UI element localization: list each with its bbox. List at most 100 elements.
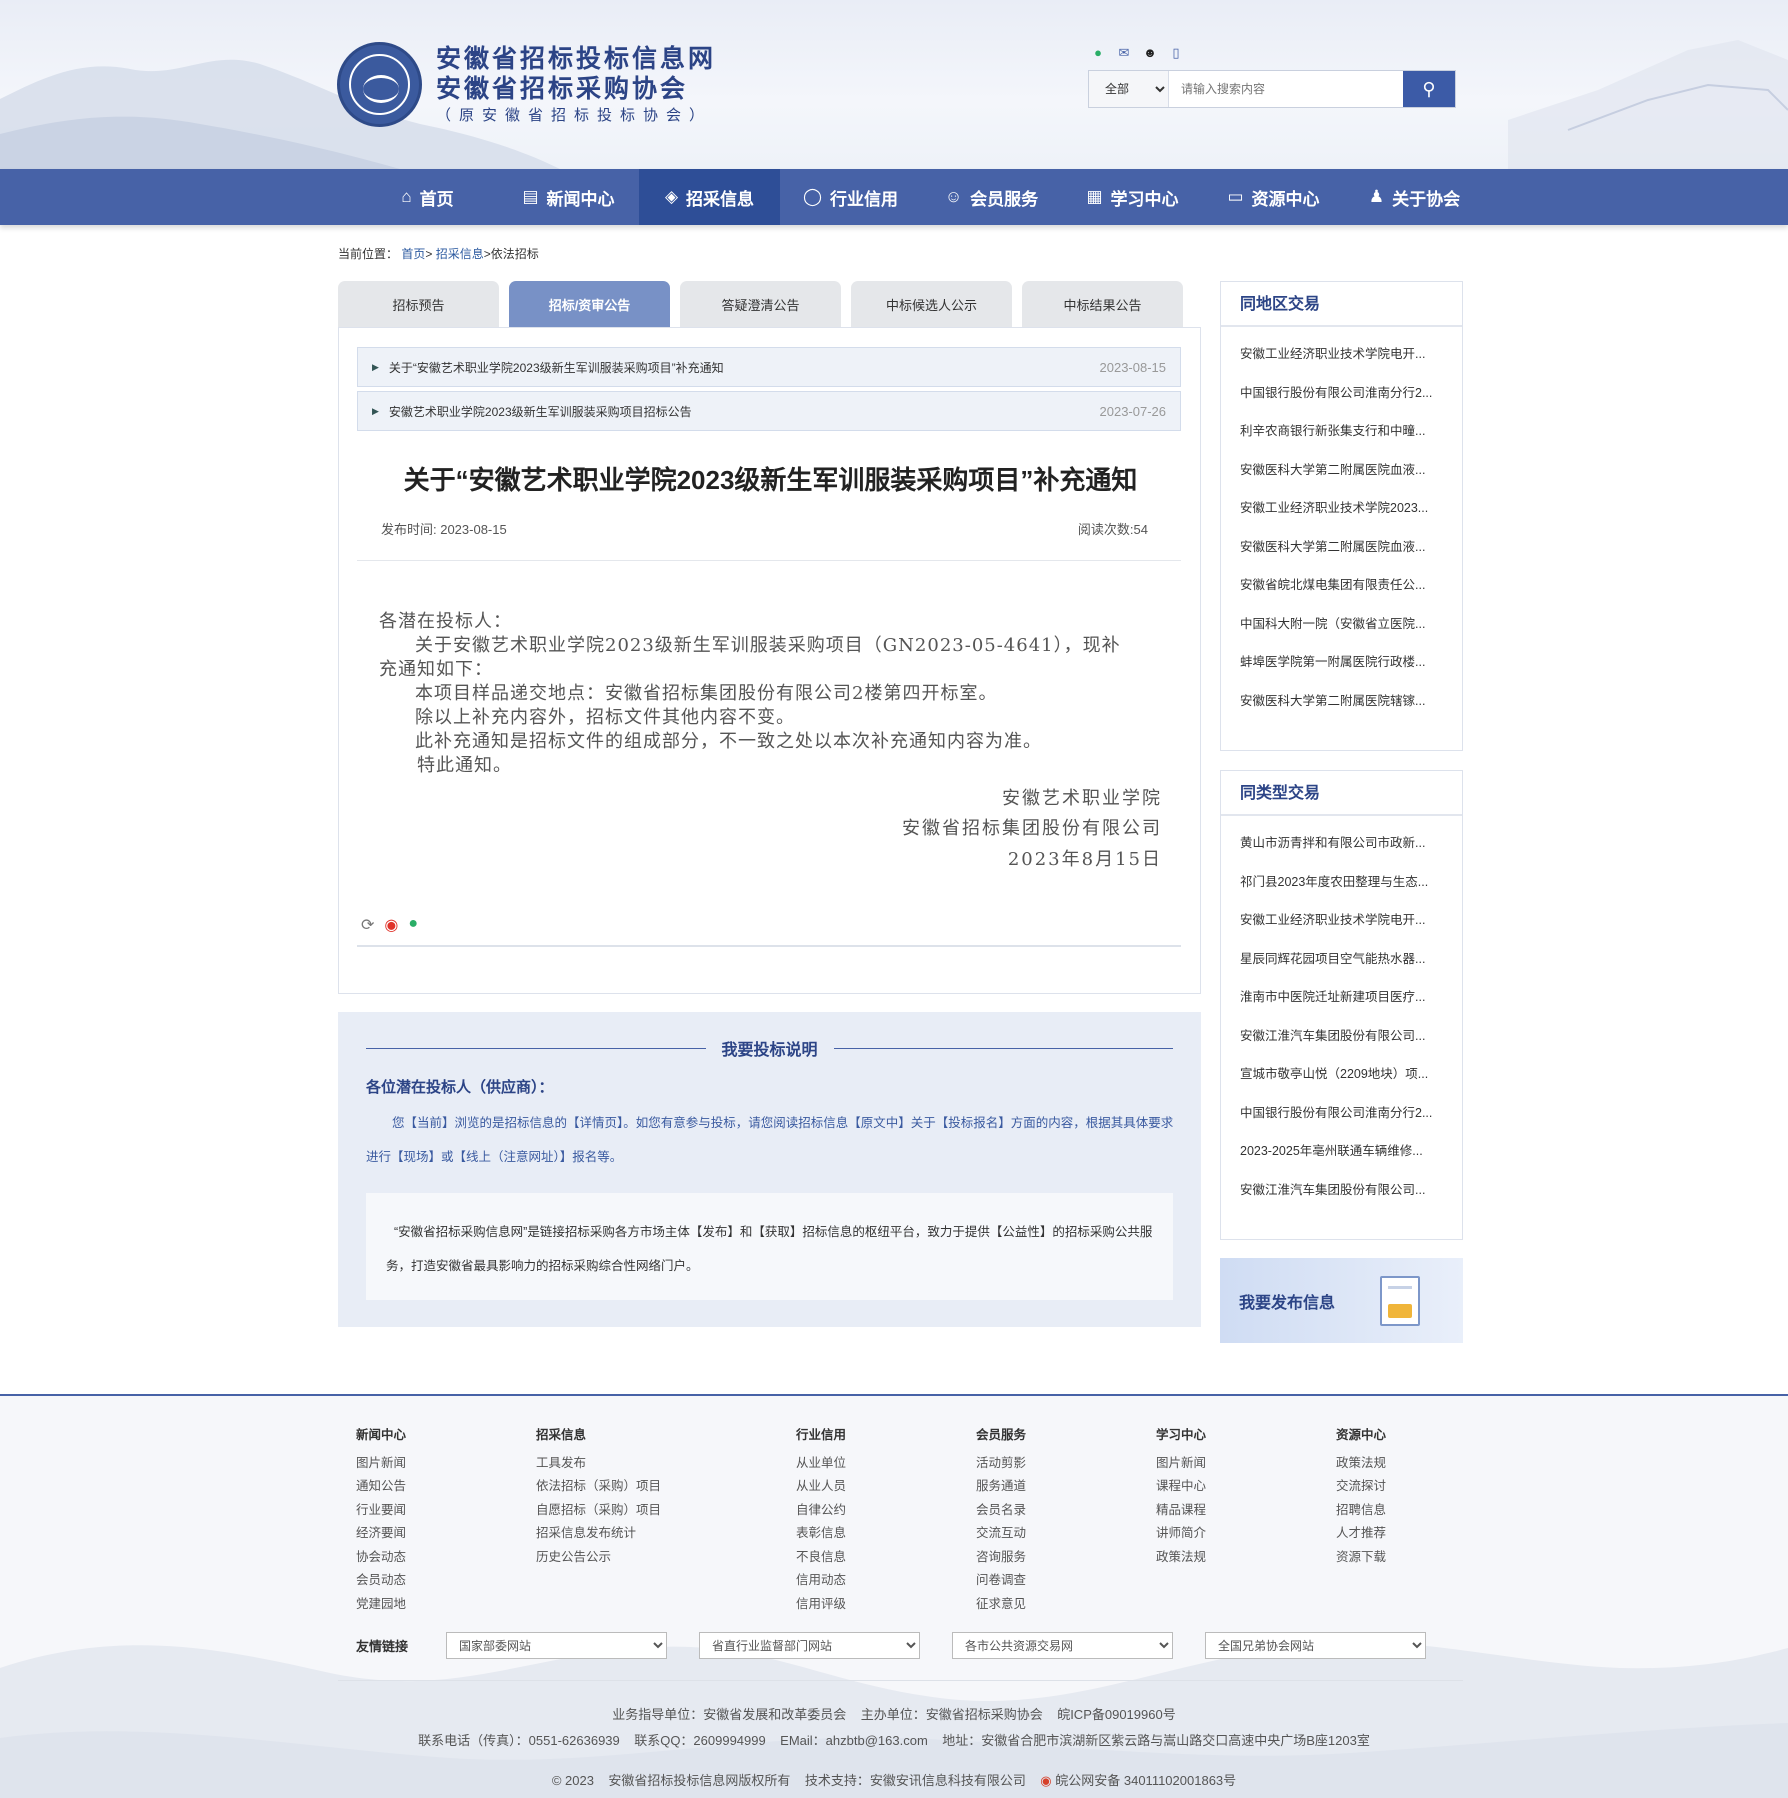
- paragraph: 本项目样品递交地点：安徽省招标集团股份有限公司2楼第四开标室。: [415, 683, 998, 704]
- link-select-city-trading[interactable]: 各市公共资源交易网: [952, 1632, 1173, 1659]
- side-list-item[interactable]: 安徽江淮汽车集团股份有限公司...: [1240, 1171, 1462, 1210]
- site-footer: 新闻中心 图片新闻 通知公告 行业要闻 经济要闻 协会动态 会员动态 党建园地 …: [0, 1394, 1788, 1798]
- side-list-item[interactable]: 宣城市敬亭山悦（2209地块）项...: [1240, 1055, 1462, 1094]
- footer-link[interactable]: 协会动态: [356, 1546, 406, 1570]
- footer-link[interactable]: 交流互动: [976, 1522, 1026, 1546]
- search-scope-select[interactable]: 全部: [1089, 71, 1169, 107]
- beian-link[interactable]: 皖公网安备 34011102001863号: [1055, 1773, 1236, 1788]
- link-select-provincial[interactable]: 省直行业监督部门网站: [699, 1632, 920, 1659]
- footer-link[interactable]: 信用评级: [796, 1593, 846, 1617]
- side-list-item[interactable]: 安徽医科大学第二附属医院辖镓...: [1240, 682, 1462, 721]
- side-list-item[interactable]: 星辰同辉花园项目空气能热水器...: [1240, 940, 1462, 979]
- footer-link[interactable]: 服务通道: [976, 1475, 1026, 1499]
- nav-item-resources[interactable]: ▭ 资源中心: [1203, 169, 1344, 225]
- nav-item-learning[interactable]: ▦ 学习中心: [1062, 169, 1203, 225]
- weibo-icon[interactable]: ◉: [384, 915, 398, 935]
- side-list-item[interactable]: 安徽医科大学第二附属医院血液...: [1240, 528, 1462, 567]
- footer-link[interactable]: 信用动态: [796, 1569, 846, 1593]
- greeting: 各潜在投标人：: [379, 611, 512, 632]
- side-list-item[interactable]: 2023-2025年亳州联通车辆维修...: [1240, 1132, 1462, 1171]
- related-notice-item[interactable]: ▶ 安徽艺术职业学院2023级新生军训服装采购项目招标公告 2023-07-26: [357, 391, 1181, 431]
- footer-link[interactable]: 政策法规: [1336, 1452, 1386, 1476]
- footer-link[interactable]: 从业单位: [796, 1452, 846, 1476]
- footer-link[interactable]: 招采信息发布统计: [536, 1522, 661, 1546]
- side-list-item[interactable]: 中国银行股份有限公司淮南分行2...: [1240, 374, 1462, 413]
- tab-result[interactable]: 中标结果公告: [1022, 281, 1183, 327]
- footer-link[interactable]: 征求意见: [976, 1593, 1026, 1617]
- footer-col-resources: 资源中心 政策法规 交流探讨 招聘信息 人才推荐 资源下载: [1336, 1424, 1386, 1569]
- side-list-item[interactable]: 中国科大附一院（安徽省立医院...: [1240, 605, 1462, 644]
- footer-link[interactable]: 通知公告: [356, 1475, 406, 1499]
- footer-link[interactable]: 表彰信息: [796, 1522, 846, 1546]
- side-list-item[interactable]: 安徽工业经济职业技术学院电开...: [1240, 335, 1462, 374]
- share-icon[interactable]: ⟳: [361, 915, 374, 935]
- footer-link[interactable]: 会员名录: [976, 1499, 1026, 1523]
- footer-link[interactable]: 咨询服务: [976, 1546, 1026, 1570]
- footer-link[interactable]: 资源下载: [1336, 1546, 1386, 1570]
- mobile-icon[interactable]: ▯: [1168, 45, 1184, 61]
- footer-link[interactable]: 依法招标（采购）项目: [536, 1475, 661, 1499]
- tab-clarification[interactable]: 答疑澄清公告: [680, 281, 841, 327]
- footer-link[interactable]: 问卷调查: [976, 1569, 1026, 1593]
- side-list-item[interactable]: 安徽工业经济职业技术学院电开...: [1240, 901, 1462, 940]
- footer-link[interactable]: 政策法规: [1156, 1546, 1206, 1570]
- footer-link[interactable]: 课程中心: [1156, 1475, 1206, 1499]
- nav-item-about[interactable]: ♟ 关于协会: [1344, 169, 1485, 225]
- side-list-item[interactable]: 黄山市沥青拌和有限公司市政新...: [1240, 824, 1462, 863]
- nav-item-credit[interactable]: ◯ 行业信用: [780, 169, 921, 225]
- side-list-item[interactable]: 安徽省皖北煤电集团有限责任公...: [1240, 566, 1462, 605]
- tab-tender-preview[interactable]: 招标预告: [338, 281, 499, 327]
- footer-link[interactable]: 自律公约: [796, 1499, 846, 1523]
- footer-link[interactable]: 从业人员: [796, 1475, 846, 1499]
- footer-link[interactable]: 工具发布: [536, 1452, 661, 1476]
- footer-link[interactable]: 历史公告公示: [536, 1546, 661, 1570]
- nav-item-procurement[interactable]: ◈ 招采信息: [639, 169, 780, 225]
- breadcrumb-home[interactable]: 首页: [401, 247, 425, 261]
- nav-item-home[interactable]: ⌂ 首页: [357, 169, 498, 225]
- link-select-associations[interactable]: 全国兄弟协会网站: [1205, 1632, 1426, 1659]
- footer-link[interactable]: 不良信息: [796, 1546, 846, 1570]
- nav-item-member[interactable]: ☺ 会员服务: [921, 169, 1062, 225]
- tab-tender-notice[interactable]: 招标/资审公告: [509, 281, 670, 327]
- footer-link[interactable]: 精品课程: [1156, 1499, 1206, 1523]
- qq-icon[interactable]: ☻: [1142, 45, 1158, 61]
- side-list-item[interactable]: 中国银行股份有限公司淮南分行2...: [1240, 1094, 1462, 1133]
- platform-intro: “安徽省招标采购信息网”是链接招标采购各方市场主体【发布】和【获取】招标信息的枢…: [366, 1193, 1173, 1300]
- side-list-item[interactable]: 淮南市中医院迁址新建项目医疗...: [1240, 978, 1462, 1017]
- side-list-item[interactable]: 利辛农商银行新张集支行和中疃...: [1240, 412, 1462, 451]
- side-list-item[interactable]: 蚌埠医学院第一附属医院行政楼...: [1240, 643, 1462, 682]
- footer-link[interactable]: 讲师简介: [1156, 1522, 1206, 1546]
- footer-link[interactable]: 人才推荐: [1336, 1522, 1386, 1546]
- side-list-item[interactable]: 安徽江淮汽车集团股份有限公司...: [1240, 1017, 1462, 1056]
- footer-link[interactable]: 会员动态: [356, 1569, 406, 1593]
- nav-label: 首页: [419, 189, 454, 209]
- footer-link[interactable]: 图片新闻: [1156, 1452, 1206, 1476]
- bid-instructions-text: 您【当前】浏览的是招标信息的【详情页】。如您有意参与投标，请您阅读招标信息【原文…: [366, 1116, 1174, 1164]
- footer-col-title: 行业信用: [796, 1428, 847, 1442]
- site-logo[interactable]: 安徽省招标投标信息网 安徽省招标采购协会 （原安徽省招标投标协会）: [337, 42, 716, 127]
- footer-link[interactable]: 招聘信息: [1336, 1499, 1386, 1523]
- footer-link[interactable]: 自愿招标（采购）项目: [536, 1499, 661, 1523]
- footer-link[interactable]: 交流探讨: [1336, 1475, 1386, 1499]
- search-input[interactable]: [1169, 71, 1403, 107]
- related-notice-item[interactable]: ▶ 关于“安徽艺术职业学院2023级新生军训服装采购项目”补充通知 2023-0…: [357, 347, 1181, 387]
- side-list-item[interactable]: 安徽工业经济职业技术学院2023...: [1240, 489, 1462, 528]
- breadcrumb-section[interactable]: 招采信息: [436, 247, 484, 261]
- publish-info-button[interactable]: 我要发布信息: [1220, 1258, 1463, 1343]
- tab-candidate[interactable]: 中标候选人公示: [851, 281, 1012, 327]
- mail-icon[interactable]: ✉: [1116, 45, 1132, 61]
- footer-link[interactable]: 活动剪影: [976, 1452, 1026, 1476]
- footer-link[interactable]: 图片新闻: [356, 1452, 406, 1476]
- wechat-share-icon[interactable]: ●: [408, 915, 418, 935]
- footer-link[interactable]: 行业要闻: [356, 1499, 406, 1523]
- link-select-ministries[interactable]: 国家部委网站: [446, 1632, 667, 1659]
- footer-link[interactable]: 党建园地: [356, 1593, 406, 1617]
- wechat-icon[interactable]: ●: [1090, 45, 1106, 61]
- footer-link[interactable]: 经济要闻: [356, 1522, 406, 1546]
- side-list-item[interactable]: 安徽医科大学第二附属医院血液...: [1240, 451, 1462, 490]
- side-list-item[interactable]: 祁门县2023年度农田整理与生态...: [1240, 863, 1462, 902]
- search-button[interactable]: ⚲: [1403, 71, 1455, 107]
- signature-date: 2023年8月15日: [1007, 849, 1162, 870]
- nav-label: 新闻中心: [546, 189, 615, 209]
- nav-item-news[interactable]: ▤ 新闻中心: [498, 169, 639, 225]
